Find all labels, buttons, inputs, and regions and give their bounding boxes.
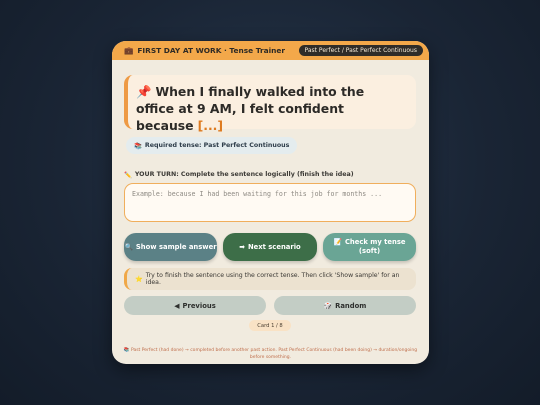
star-icon: ⭐: [135, 276, 143, 283]
random-label: Random: [335, 301, 367, 310]
show-sample-button[interactable]: 🔍 Show sample answer: [124, 233, 217, 261]
random-button[interactable]: 🎲 Random: [274, 296, 416, 315]
app-title-text: FIRST DAY AT WORK · Tense Trainer: [137, 46, 286, 55]
required-tense-badge: 📚 Required tense: Past Perfect Continuou…: [126, 137, 298, 154]
scenario-text: When I finally walked into the office at…: [136, 84, 365, 133]
books-icon: 📚: [134, 142, 142, 150]
pin-icon: 📌: [136, 84, 152, 99]
footer-note: 📚 Past Perfect (had done) → completed be…: [123, 348, 418, 360]
dice-icon: 🎲: [323, 301, 333, 310]
pencil-icon: ✏️: [124, 172, 132, 179]
scenario-prompt: 📌 When I finally walked into the office a…: [124, 75, 416, 133]
next-scenario-button[interactable]: ➡ Next scenario: [223, 233, 317, 261]
answer-input[interactable]: [124, 183, 416, 222]
magnifier-icon: 🔍: [124, 242, 133, 251]
card-counter: Card 1 / 8: [249, 320, 291, 331]
required-tense-label: Required tense: Past Perfect Continuous: [144, 142, 290, 149]
hint-text: Try to finish the sentence using the cor…: [145, 272, 400, 286]
previous-button[interactable]: ◀ Previous: [124, 296, 266, 315]
briefcase-icon: 💼: [124, 46, 134, 55]
tense-badge: Past Perfect / Past Perfect Continuous: [298, 45, 423, 56]
previous-label: Previous: [182, 301, 216, 310]
hint-box: ⭐ Try to finish the sentence using the c…: [124, 268, 416, 290]
check-tense-button[interactable]: 📝 Check my tense (soft): [323, 233, 416, 261]
app-title: 💼 FIRST DAY AT WORK · Tense Trainer: [124, 46, 285, 55]
your-turn-text: YOUR TURN: Complete the sentence logical…: [134, 171, 354, 178]
tense-trainer-card: 💼 FIRST DAY AT WORK · Tense Trainer Past…: [112, 41, 429, 364]
app-header: 💼 FIRST DAY AT WORK · Tense Trainer Past…: [112, 41, 429, 60]
your-turn-label: ✏️ YOUR TURN: Complete the sentence logi…: [124, 171, 354, 179]
check-tense-label: Check my tense (soft): [344, 238, 406, 255]
next-scenario-label: Next scenario: [247, 242, 301, 251]
triangle-left-icon: ◀: [174, 301, 180, 310]
memo-icon: 📝: [333, 238, 342, 246]
blank-marker: [...]: [197, 118, 224, 133]
show-sample-label: Show sample answer: [135, 242, 217, 251]
arrow-right-icon: ➡: [239, 242, 245, 251]
